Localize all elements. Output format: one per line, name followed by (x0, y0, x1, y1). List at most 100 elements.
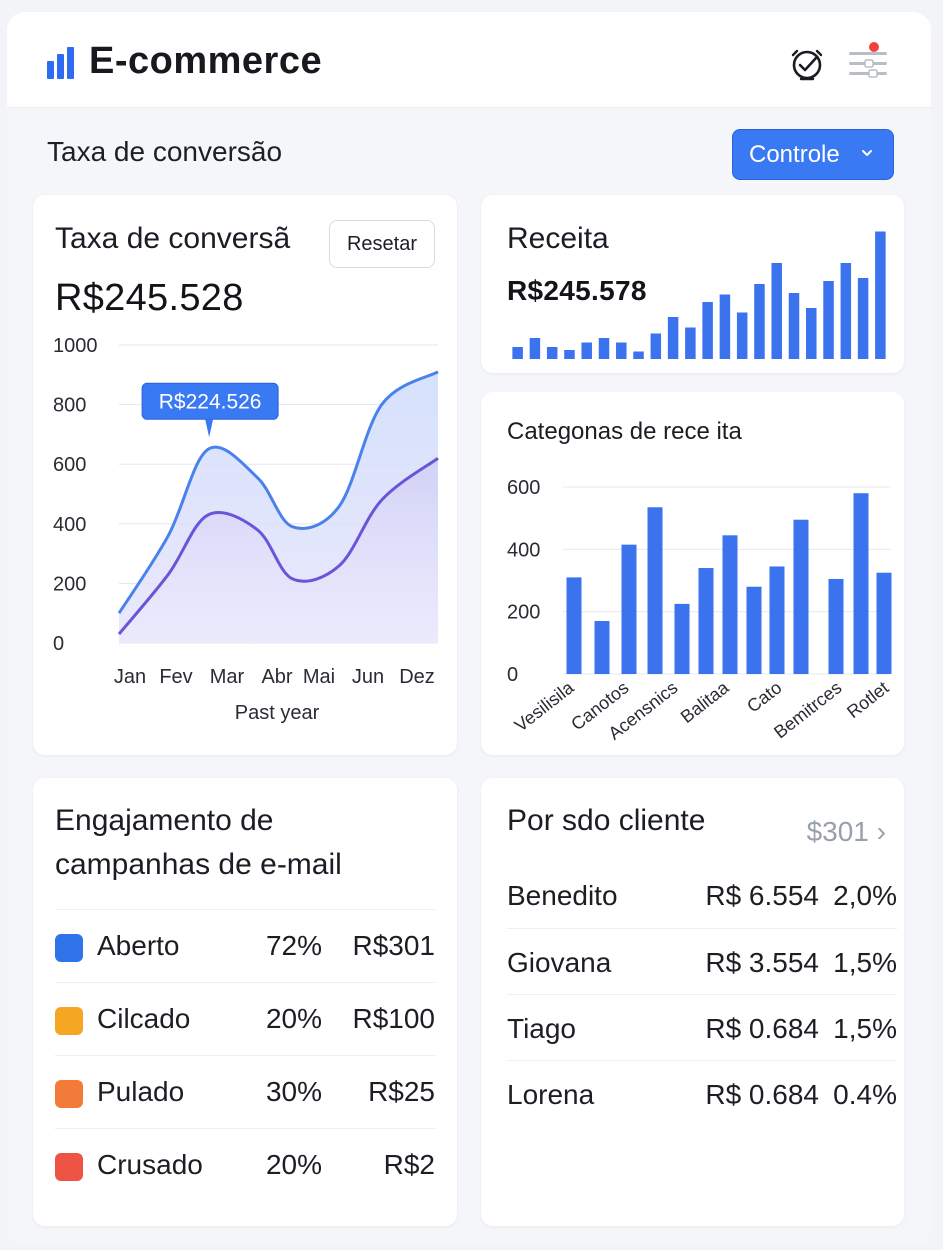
category-bar (621, 544, 637, 674)
email-row-percent: 20% (265, 1003, 322, 1034)
email-row-label: Crusado (97, 1149, 203, 1180)
x-tick-label: Fev (159, 666, 192, 688)
email-row-percent: 20% (265, 1149, 322, 1180)
email-row-amount: R$25 (368, 1076, 435, 1107)
cross-icon (55, 1153, 83, 1181)
x-tick-label: Bemitrces (770, 677, 845, 742)
clients-more-link[interactable]: $301 › (807, 816, 886, 848)
control-dropdown[interactable]: Controle (732, 129, 894, 180)
x-tick-label: Rotlet (843, 677, 892, 722)
email-row-amount: R$2 (383, 1149, 435, 1180)
skip-icon (55, 1080, 83, 1108)
bar-chart-logo-icon (47, 47, 75, 79)
email-row-label: Pulado (97, 1076, 185, 1107)
category-bar (876, 572, 892, 674)
reset-button[interactable]: Resetar (329, 220, 435, 268)
tooltip-label: R$224.526 (159, 390, 262, 413)
email-row-label: Cilcado (97, 1003, 191, 1034)
client-value: R$ 0.684 (705, 1013, 819, 1044)
conversion-value: R$245.528 (55, 277, 244, 319)
revenue-bar-chart (512, 231, 886, 359)
category-bar (853, 493, 869, 674)
categories-card: Categonas de rece ita 0 200 400 600 Vesilisi… (481, 392, 904, 755)
email-card-title-line2: campanhas de e-mail (55, 848, 342, 881)
revenue-bar (840, 263, 852, 359)
cursor-icon (55, 1007, 83, 1035)
app-title: E-commerce (89, 40, 323, 82)
x-axis-label: Past year (235, 702, 320, 724)
revenue-bar (650, 333, 662, 359)
client-row[interactable]: Tiago R$ 0.684 1,5% (507, 994, 897, 1060)
revenue-bar (719, 294, 731, 359)
category-bar (698, 568, 714, 674)
category-bar (769, 566, 785, 674)
email-row-percent: 72% (265, 930, 322, 961)
stopwatch-icon[interactable] (789, 46, 825, 82)
x-tick-label: Mai (303, 666, 335, 688)
client-value: R$ 3.554 (705, 947, 819, 978)
dropdown-label: Controle (749, 140, 840, 168)
x-tick-label: Jun (352, 666, 384, 688)
revenue-bar (529, 338, 541, 359)
client-row[interactable]: Giovana R$ 3.554 1,5% (507, 928, 897, 994)
revenue-bar (616, 342, 627, 359)
y-tick-label: 200 (507, 602, 540, 624)
email-card-title-line1: Engajamento de (55, 804, 274, 837)
value-tooltip: R$224.526 (141, 382, 279, 438)
email-row[interactable]: Pulado 30% R$25 (55, 1055, 435, 1127)
app-window: E-commerce Taxa de conversão Controle Ta… (7, 12, 931, 1246)
revenue-bar (736, 312, 748, 359)
client-name: Tiago (507, 1013, 577, 1044)
conversion-card: Taxa de conversã Resetar R$245.528 0 200 4… (33, 195, 457, 755)
revenue-bar (546, 347, 558, 359)
client-percent: 1,5% (833, 1013, 897, 1044)
x-tick-label: Abr (261, 666, 292, 688)
revenue-bar (564, 350, 575, 359)
section-title: Taxa de conversão (47, 136, 283, 167)
y-tick-label: 600 (507, 477, 540, 499)
x-tick-label: Cato (743, 677, 785, 716)
revenue-bar (806, 308, 817, 359)
revenue-bar (667, 317, 679, 359)
chevron-down-icon (862, 150, 872, 156)
revenue-bar (633, 351, 644, 359)
revenue-bar (581, 342, 592, 359)
client-name: Giovana (507, 947, 612, 978)
x-tick-label: Jan (114, 666, 146, 688)
revenue-bar (788, 293, 800, 359)
revenue-bar (685, 327, 696, 359)
settings-menu-icon[interactable] (847, 42, 889, 82)
revenue-bar (875, 231, 886, 359)
client-percent: 0.4% (833, 1079, 897, 1110)
client-row[interactable]: Lorena R$ 0.684 0.4% (507, 1060, 897, 1126)
category-bar (793, 519, 809, 674)
x-tick-label: Vesilisila (511, 677, 578, 736)
y-tick-label: 200 (53, 573, 86, 595)
email-row-label: Aberto (97, 930, 180, 961)
client-name: Lorena (507, 1079, 595, 1110)
y-tick-label: 0 (53, 633, 64, 655)
email-row[interactable]: Cilcado 20% R$100 (55, 982, 435, 1054)
client-name: Benedito (507, 880, 618, 911)
y-tick-label: 400 (53, 514, 86, 536)
revenue-card: Receita R$245.578 (481, 195, 904, 373)
conversion-line-chart: 0 200 400 600 800 1000 Jan Fev Mar Abr Mai Jun Dez Pa… (53, 335, 439, 724)
email-row-percent: 30% (265, 1076, 322, 1107)
category-bar (674, 603, 690, 674)
email-row[interactable]: Aberto 72% R$301 (55, 909, 435, 981)
revenue-bar (754, 284, 765, 359)
category-bar (594, 621, 610, 674)
revenue-bar (598, 338, 610, 359)
category-bar (746, 586, 762, 674)
y-tick-label: 0 (507, 664, 518, 686)
x-tick-label: Dez (399, 666, 435, 688)
client-row[interactable]: Benedito R$ 6.554 2,0% (507, 862, 897, 928)
client-percent: 1,5% (833, 947, 897, 978)
email-row-amount: R$301 (352, 930, 435, 961)
category-bar (647, 507, 663, 674)
x-tick-label: Mar (210, 666, 245, 688)
y-tick-label: 1000 (53, 335, 98, 357)
conversion-card-title: Taxa de conversã (55, 222, 291, 255)
email-row[interactable]: Crusado 20% R$2 (55, 1128, 435, 1200)
revenue-bar (702, 302, 713, 359)
